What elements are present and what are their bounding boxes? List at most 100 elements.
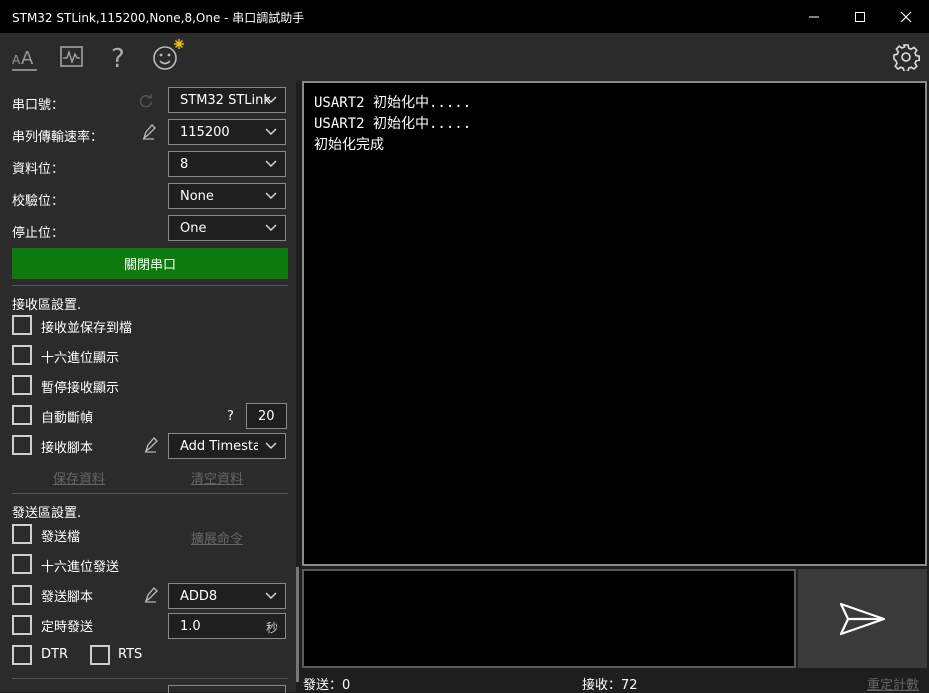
minimize-icon xyxy=(809,16,819,17)
about-button[interactable] xyxy=(150,37,188,75)
recv-script-checkbox[interactable] xyxy=(12,435,32,455)
received-count: 接收：72 xyxy=(582,678,638,693)
font-size-button[interactable]: A A xyxy=(8,41,40,73)
chevron-down-icon xyxy=(265,592,277,599)
send-timer-value: 1.0 xyxy=(180,619,201,634)
send-timer-checkbox[interactable] xyxy=(12,615,32,635)
recv-pause-display-label: 暫停接收顯示 xyxy=(41,381,120,396)
smiley-icon xyxy=(153,39,184,70)
minimize-button[interactable] xyxy=(791,0,837,33)
chevron-down-icon xyxy=(265,192,277,199)
font-size-icon: A A xyxy=(12,48,37,71)
edit-icon[interactable] xyxy=(142,436,160,454)
send-section-title: 發送區設置. xyxy=(12,506,82,521)
edit-icon[interactable] xyxy=(140,123,158,141)
port-value: STM32 STLink xyxy=(180,93,270,108)
stopbits-select[interactable]: One xyxy=(168,215,286,241)
window-title: STM32 STLink,115200,None,8,One - 串口調試助手 xyxy=(12,11,305,25)
recv-line: USART2 初始化中..... xyxy=(314,116,472,132)
recv-auto-frame-label: 自動斷幀 xyxy=(41,411,94,426)
port-label: 串口號： xyxy=(12,98,65,113)
parity-label: 校驗位： xyxy=(12,194,65,209)
save-data-link[interactable]: 保存資料 xyxy=(53,468,105,487)
send-button[interactable] xyxy=(798,569,927,668)
recv-auto-frame-checkbox[interactable] xyxy=(12,405,32,425)
clear-data-link[interactable]: 清空資料 xyxy=(191,468,243,487)
chart-icon xyxy=(60,46,83,67)
receive-area[interactable]: USART2 初始化中..... USART2 初始化中..... 初始化完成 xyxy=(302,81,927,566)
recv-script-label: 接收腳本 xyxy=(41,441,94,456)
send-timer-input[interactable]: 1.0 秒 xyxy=(168,613,286,639)
parity-value: None xyxy=(180,189,214,204)
help-button[interactable]: ? xyxy=(103,41,135,73)
recv-save-file-checkbox[interactable] xyxy=(12,315,32,335)
send-file-checkbox[interactable] xyxy=(12,524,32,544)
chevron-down-icon xyxy=(265,96,277,103)
chevron-down-icon xyxy=(265,128,277,135)
refresh-icon[interactable] xyxy=(138,93,154,109)
send-timer-unit: 秒 xyxy=(265,621,278,635)
rts-label: RTS xyxy=(118,647,143,662)
toolbar: A A ? xyxy=(0,33,929,81)
frame-timeout-input[interactable]: 20 xyxy=(246,403,287,429)
waveform-button[interactable] xyxy=(56,41,88,73)
settings-button[interactable] xyxy=(890,41,922,73)
send-icon xyxy=(839,602,885,635)
send-hex-checkbox[interactable] xyxy=(12,554,32,574)
svg-text:?: ? xyxy=(111,44,125,71)
parity-select[interactable]: None xyxy=(168,183,286,209)
frame-timeout-value: 20 xyxy=(258,409,275,424)
maximize-icon xyxy=(855,11,865,22)
recv-script-select[interactable]: Add Timesta xyxy=(168,433,286,459)
divider xyxy=(12,285,288,286)
send-hex-label: 十六進位發送 xyxy=(41,560,120,575)
baud-label: 串列傳輸速率： xyxy=(12,130,104,145)
maximize-button[interactable] xyxy=(837,0,883,33)
gear-icon xyxy=(893,44,920,71)
stopbits-value: One xyxy=(180,221,207,236)
stopbits-label: 停止位： xyxy=(12,226,65,241)
baud-select[interactable]: 115200 xyxy=(168,119,286,145)
edit-icon[interactable] xyxy=(142,586,160,604)
close-button[interactable] xyxy=(883,0,929,33)
expand-command-link[interactable]: 擴展命令 xyxy=(191,528,243,547)
databits-value: 8 xyxy=(180,157,189,172)
divider xyxy=(12,678,288,679)
dtr-label: DTR xyxy=(41,647,68,662)
send-script-select[interactable]: ADD8 xyxy=(168,583,286,609)
svg-text:A: A xyxy=(12,53,21,67)
sent-count: 發送：0 xyxy=(303,678,351,693)
recv-script-value: Add Timesta xyxy=(180,439,258,454)
send-script-value: ADD8 xyxy=(180,589,218,604)
send-timer-label: 定時發送 xyxy=(41,620,94,635)
port-select[interactable]: STM32 STLink xyxy=(168,87,286,113)
chevron-down-icon xyxy=(265,224,277,231)
recv-section-title: 接收區設置. xyxy=(12,298,82,313)
settings-panel: 串口號： STM32 STLink 串列傳輸速率： 115200 資料位： 8 … xyxy=(0,81,296,693)
send-script-checkbox[interactable] xyxy=(12,585,32,605)
divider xyxy=(12,493,288,494)
close-port-button[interactable]: 關閉串口 xyxy=(12,248,288,279)
help-question[interactable]: ? xyxy=(227,409,234,424)
title-bar: STM32 STLink,115200,None,8,One - 串口調試助手 xyxy=(0,0,929,33)
recv-hex-display-label: 十六進位顯示 xyxy=(41,351,120,366)
recv-line: 初始化完成 xyxy=(314,137,384,153)
left-panel-scrollbar[interactable] xyxy=(296,567,299,682)
chevron-down-icon xyxy=(265,442,277,449)
databits-select[interactable]: 8 xyxy=(168,151,286,177)
close-port-label: 關閉串口 xyxy=(123,258,176,273)
recv-pause-display-checkbox[interactable] xyxy=(12,375,32,395)
chevron-down-icon xyxy=(265,160,277,167)
baud-value: 115200 xyxy=(180,125,230,140)
send-input[interactable] xyxy=(302,569,796,668)
recv-hex-display-checkbox[interactable] xyxy=(12,345,32,365)
send-script-label: 發送腳本 xyxy=(41,590,94,605)
rts-checkbox[interactable] xyxy=(90,645,110,665)
dtr-checkbox[interactable] xyxy=(12,645,32,665)
recv-save-file-label: 接收並保存到檔 xyxy=(41,321,133,336)
close-icon xyxy=(900,11,912,22)
reset-count-link[interactable]: 重定計數 xyxy=(867,674,919,693)
databits-label: 資料位： xyxy=(12,162,65,177)
send-file-label: 發送檔 xyxy=(41,530,81,545)
svg-text:A: A xyxy=(21,48,34,69)
